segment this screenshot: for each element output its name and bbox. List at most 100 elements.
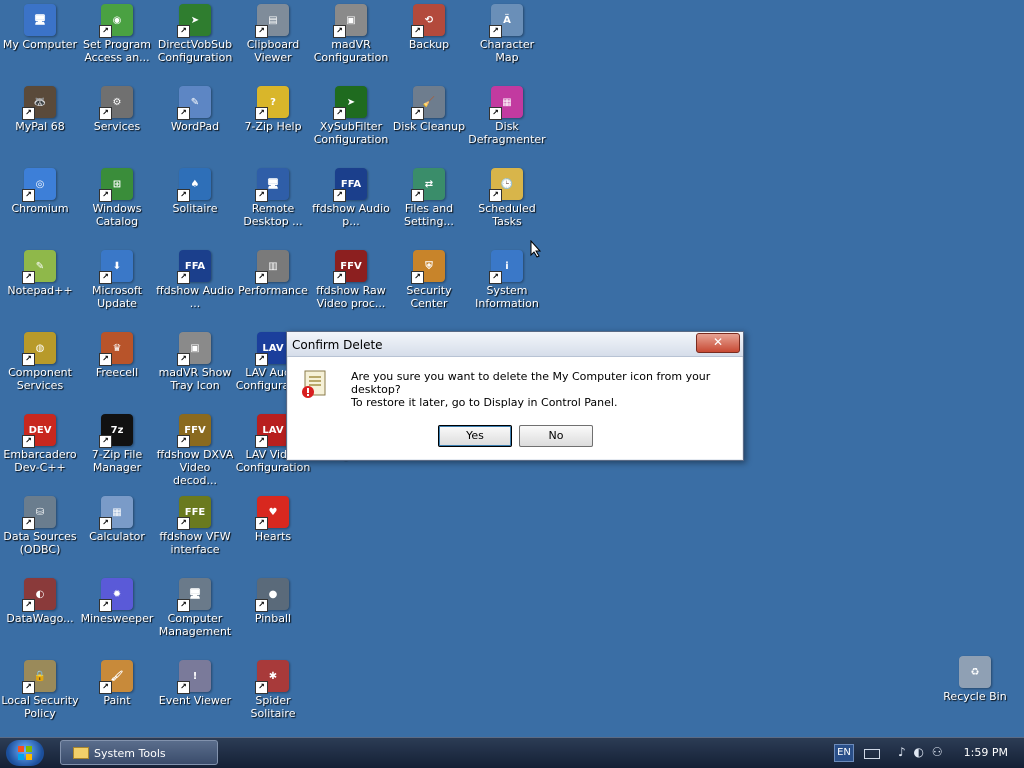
desktop-icon-label: My Computer xyxy=(2,38,78,51)
desktop-icon-recycle-bin[interactable]: ♻ Recycle Bin xyxy=(936,656,1014,703)
desktop-icon-label: Freecell xyxy=(95,366,139,379)
shortcut-arrow-icon: ↗ xyxy=(255,189,268,202)
shortcut-arrow-icon: ↗ xyxy=(411,271,424,284)
shortcut-arrow-icon: ↗ xyxy=(489,107,502,120)
desktop-icon-devcpp[interactable]: DEV ↗ Embarcadero Dev-C++ xyxy=(1,414,79,474)
desktop-icon-disk-cleanup[interactable]: 🧹 ↗ Disk Cleanup xyxy=(390,86,468,133)
desktop-icon-microsoft-update[interactable]: ⬇ ↗ Microsoft Update xyxy=(78,250,156,310)
system-information-icon: i ↗ xyxy=(489,250,523,284)
desktop-icon-label: Chromium xyxy=(11,202,69,215)
shortcut-arrow-icon: ↗ xyxy=(333,25,346,38)
desktop-icon-freecell[interactable]: ♛ ↗ Freecell xyxy=(78,332,156,379)
shortcut-arrow-icon: ↗ xyxy=(22,107,35,120)
desktop-icon-pinball[interactable]: ● ↗ Pinball xyxy=(234,578,312,625)
shortcut-arrow-icon: ↗ xyxy=(177,189,190,202)
desktop-icon-scheduled-tasks[interactable]: 🕒 ↗ Scheduled Tasks xyxy=(468,168,546,228)
desktop-icon-label: XySubFilter Configuration xyxy=(313,120,389,146)
desktop-icon-computer-management[interactable]: 🖥 ↗ Computer Management xyxy=(156,578,234,638)
character-map-icon: Ä ↗ xyxy=(489,4,523,38)
ffdshow-audio-icon: FFA ↗ xyxy=(177,250,211,284)
pinball-icon: ● ↗ xyxy=(255,578,289,612)
desktop-icon-label: Backup xyxy=(408,38,450,51)
desktop-icon-label: madVR Configuration xyxy=(313,38,389,64)
taskbar-button-label: System Tools xyxy=(94,747,166,760)
desktop-icon-label: MyPal 68 xyxy=(15,120,65,133)
desktop-icon-label: Solitaire xyxy=(172,202,218,215)
tray-icons[interactable]: ♪ ◐ ⚇ xyxy=(898,745,945,759)
desktop-icon-directvobsub[interactable]: ➤ ↗ DirectVobSub Configuration xyxy=(156,4,234,64)
close-button[interactable]: ✕ xyxy=(696,333,740,353)
desktop-icon-odbc[interactable]: ⛁ ↗ Data Sources (ODBC) xyxy=(1,496,79,556)
desktop-icon-system-information[interactable]: i ↗ System Information xyxy=(468,250,546,310)
taskbar-button-system-tools[interactable]: System Tools xyxy=(60,740,218,765)
language-indicator[interactable]: EN xyxy=(834,744,854,762)
desktop-icon-label: Component Services xyxy=(8,366,72,392)
desktop-icon-windows-catalog[interactable]: ⊞ ↗ Windows Catalog xyxy=(78,168,156,228)
desktop-icon-chromium[interactable]: ◎ ↗ Chromium xyxy=(1,168,79,215)
desktop-icon-solitaire[interactable]: ♠ ↗ Solitaire xyxy=(156,168,234,215)
desktop-icon-notepadpp[interactable]: ✎ ↗ Notepad++ xyxy=(1,250,79,297)
desktop-icon-label: Notepad++ xyxy=(7,284,73,297)
dialog-message: Are you sure you want to delete the My C… xyxy=(351,370,711,396)
desktop-icon-disk-defragmenter[interactable]: ▦ ↗ Disk Defragmenter xyxy=(468,86,546,146)
lav-audio-icon: LAV ↗ xyxy=(255,332,289,366)
lav-video-icon: LAV ↗ xyxy=(255,414,289,448)
desktop-icon-component-services[interactable]: ◍ ↗ Component Services xyxy=(1,332,79,392)
desktop-icon-remote-desktop[interactable]: 🖥 ↗ Remote Desktop ... xyxy=(234,168,312,228)
desktop-icon-label: ffdshow VFW interface xyxy=(159,530,231,556)
desktop-icon-services[interactable]: ⚙ ↗ Services xyxy=(78,86,156,133)
desktop-icon-backup[interactable]: ⟲ ↗ Backup xyxy=(390,4,468,51)
desktop-icon-character-map[interactable]: Ä ↗ Character Map xyxy=(468,4,546,64)
dialog-body: Are you sure you want to delete the My C… xyxy=(288,357,742,459)
desktop-icon-calculator[interactable]: ▦ ↗ Calculator xyxy=(78,496,156,543)
desktop-icon-local-security-policy[interactable]: 🔒 ↗ Local Security Policy xyxy=(1,660,79,720)
desktop-icon-paint[interactable]: 🖌 ↗ Paint xyxy=(78,660,156,707)
dialog-titlebar[interactable]: Confirm Delete ✕ xyxy=(287,332,743,357)
desktop-icon-7zip-help[interactable]: ? ↗ 7-Zip Help xyxy=(234,86,312,133)
desktop-icon-set-program-access[interactable]: ◉ ↗ Set Program Access an... xyxy=(78,4,156,64)
desktop-icon-7zip-file-manager[interactable]: 7z ↗ 7-Zip File Manager xyxy=(78,414,156,474)
desktop-icon-clipboard-viewer[interactable]: ▤ ↗ Clipboard Viewer xyxy=(234,4,312,64)
shortcut-arrow-icon: ↗ xyxy=(22,435,35,448)
desktop-icon-madvr[interactable]: ▣ ↗ madVR Configuration xyxy=(312,4,390,64)
desktop-icon-performance[interactable]: ▥ ↗ Performance xyxy=(234,250,312,297)
desktop-icon-event-viewer[interactable]: ! ↗ Event Viewer xyxy=(156,660,234,707)
desktop-icon-datawago[interactable]: ◐ ↗ DataWago... xyxy=(1,578,79,625)
desktop-icon-ffdshow-raw-video[interactable]: FFV ↗ ffdshow Raw Video proc... xyxy=(312,250,390,310)
confirm-delete-dialog: Confirm Delete ✕ Are you sure you want t… xyxy=(286,331,744,461)
desktop-icon-ffdshow-dxva[interactable]: FFV ↗ ffdshow DXVA Video decod... xyxy=(156,414,234,487)
shortcut-arrow-icon: ↗ xyxy=(99,681,112,694)
clock[interactable]: 1:59 PM xyxy=(964,746,1008,759)
shortcut-arrow-icon: ↗ xyxy=(333,271,346,284)
desktop-icon-wordpad[interactable]: ✎ ↗ WordPad xyxy=(156,86,234,133)
desktop-icon-files-settings[interactable]: ⇄ ↗ Files and Setting... xyxy=(390,168,468,228)
minesweeper-icon: ✹ ↗ xyxy=(99,578,133,612)
shortcut-arrow-icon: ↗ xyxy=(411,189,424,202)
desktop-icon-madvr-tray[interactable]: ▣ ↗ madVR Show Tray Icon xyxy=(156,332,234,392)
desktop-icon-ffdshow-audio[interactable]: FFA ↗ ffdshow Audio ... xyxy=(156,250,234,310)
folder-icon xyxy=(73,747,89,759)
desktop-icon-label: Hearts xyxy=(254,530,292,543)
desktop-icon-hearts[interactable]: ♥ ↗ Hearts xyxy=(234,496,312,543)
shortcut-arrow-icon: ↗ xyxy=(411,107,424,120)
desktop-icon-xysubfilter[interactable]: ➤ ↗ XySubFilter Configuration xyxy=(312,86,390,146)
yes-button[interactable]: Yes xyxy=(438,425,512,447)
start-button[interactable] xyxy=(6,740,44,766)
desktop-icon-label: Files and Setting... xyxy=(404,202,454,228)
files-settings-icon: ⇄ ↗ xyxy=(411,168,445,202)
desktop-icon-spider-solitaire[interactable]: ✱ ↗ Spider Solitaire xyxy=(234,660,312,720)
shortcut-arrow-icon: ↗ xyxy=(99,353,112,366)
desktop-icon-label: Security Center xyxy=(406,284,452,310)
keyboard-icon[interactable] xyxy=(864,749,880,759)
component-services-icon: ◍ ↗ xyxy=(22,332,56,366)
desktop-icon-my-computer[interactable]: 🖥 My Computer xyxy=(1,4,79,51)
desktop-icon-label: Disk Cleanup xyxy=(392,120,466,133)
no-button[interactable]: No xyxy=(519,425,593,447)
shortcut-arrow-icon: ↗ xyxy=(255,271,268,284)
desktop-icon-ffdshow-audio-p[interactable]: FFA ↗ ffdshow Audio p... xyxy=(312,168,390,228)
desktop-icon-mypal[interactable]: 🦝 ↗ MyPal 68 xyxy=(1,86,79,133)
desktop-icon-security-center[interactable]: ⛨ ↗ Security Center xyxy=(390,250,468,310)
desktop-icon-ffdshow-vfw[interactable]: FFE ↗ ffdshow VFW interface xyxy=(156,496,234,556)
desktop-icon-minesweeper[interactable]: ✹ ↗ Minesweeper xyxy=(78,578,156,625)
xysubfilter-icon: ➤ ↗ xyxy=(333,86,367,120)
